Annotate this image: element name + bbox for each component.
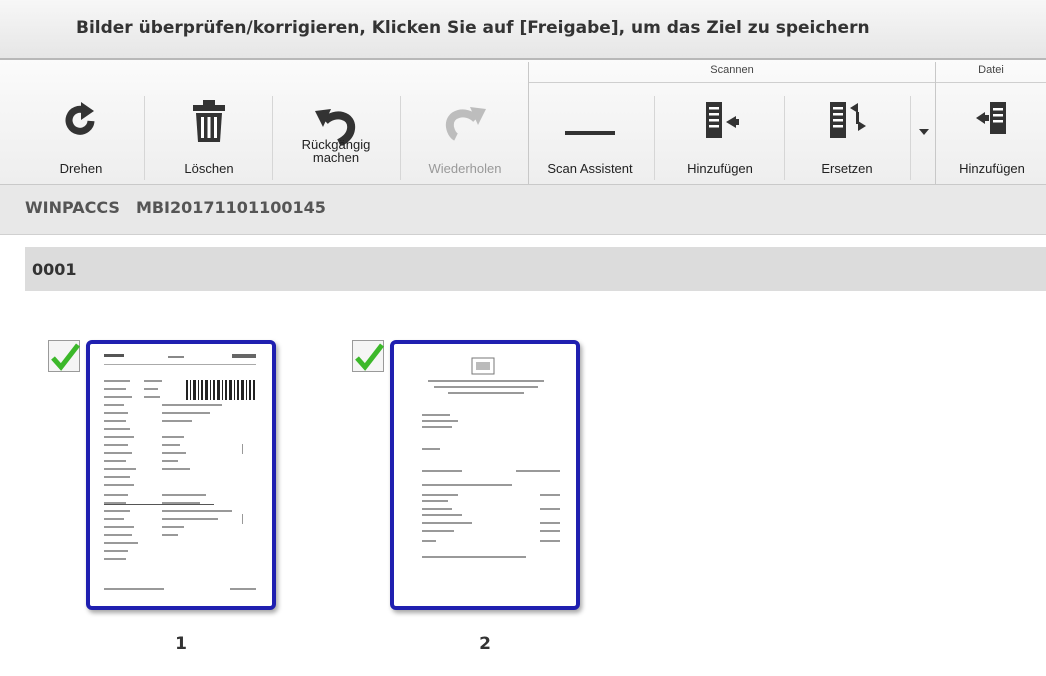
import-file-icon [938, 100, 1046, 142]
batch-id: MBI20171101100145 [135, 198, 326, 217]
scan-line-icon [530, 100, 650, 142]
rotate-icon [34, 100, 128, 142]
batch-app-name: WINPACCS [25, 198, 120, 217]
file-add-button[interactable]: Hinzufügen [938, 94, 1046, 182]
checkmark-icon [51, 343, 80, 371]
scan-add-button[interactable]: Hinzufügen [660, 94, 780, 182]
ribbon-separator [784, 96, 785, 180]
document-thumbnail-icon [422, 357, 560, 558]
page-2-thumbnail[interactable] [390, 340, 580, 610]
undo-label-line2: machen [312, 150, 360, 165]
scan-assistant-label: Scan Assistent [547, 161, 633, 176]
page-1-checkbox[interactable] [48, 340, 80, 372]
ribbon-separator [400, 96, 401, 180]
ribbon-separator [144, 96, 145, 180]
batch-info: WINPACCS MBI20171101100145 [25, 198, 342, 217]
delete-label: Löschen [184, 161, 234, 176]
replace-icon [788, 100, 906, 142]
delete-button[interactable]: Löschen [160, 94, 258, 182]
page-1-thumbnail[interactable] [86, 340, 276, 610]
rotate-button[interactable]: Drehen [34, 94, 128, 182]
rotate-label: Drehen [59, 161, 103, 176]
page-2-checkbox[interactable] [352, 340, 384, 372]
page-2-number: 2 [479, 634, 491, 654]
redo-label: Wiederholen [428, 161, 502, 176]
document-section-label: 0001 [32, 260, 77, 279]
group-label-scannen: Scannen [529, 64, 935, 83]
replace-dropdown-icon[interactable] [916, 124, 932, 140]
page-title: Bilder überprüfen/korrigieren, Klicken S… [76, 18, 870, 38]
redo-button[interactable]: Wiederholen [404, 94, 526, 182]
replace-button[interactable]: Ersetzen [788, 94, 906, 182]
checkmark-icon [355, 343, 384, 371]
ribbon-separator [272, 96, 273, 180]
page-1-number: 1 [175, 634, 187, 654]
replace-label: Ersetzen [821, 161, 873, 176]
title-bar: Bilder überprüfen/korrigieren, Klicken S… [0, 0, 1046, 60]
trash-icon [160, 100, 258, 142]
file-add-label: Hinzufügen [959, 161, 1025, 176]
document-section-header[interactable] [25, 247, 1046, 291]
scan-assistant-button[interactable]: Scan Assistent [530, 94, 650, 182]
group-label-datei: Datei [936, 64, 1046, 83]
document-thumbnail-icon [104, 354, 256, 590]
ribbon-separator [910, 96, 911, 180]
undo-button[interactable]: Rückgängig machen [276, 94, 396, 182]
ribbon-separator [654, 96, 655, 180]
scan-add-label: Hinzufügen [687, 161, 753, 176]
redo-icon [404, 102, 526, 144]
add-page-icon [660, 100, 780, 142]
